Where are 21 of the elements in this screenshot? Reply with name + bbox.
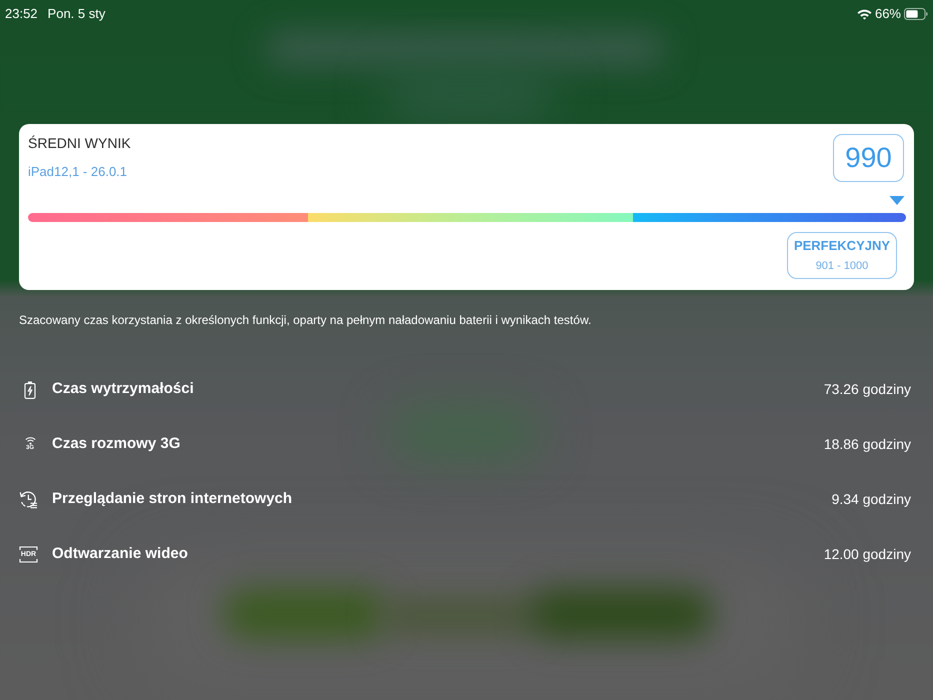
metric-label: Odtwarzanie wideo <box>52 544 188 564</box>
wifi-icon <box>856 8 872 20</box>
history-icon <box>19 490 38 509</box>
rating-range: 901 - 1000 <box>816 259 868 274</box>
metric-label: Czas wytrzymałości <box>52 379 194 400</box>
metric-value: 73.26 godziny <box>824 380 911 399</box>
battery-percentage: 66% <box>874 5 901 24</box>
metric-label: Przeglądanie stron internetowych <box>52 489 292 510</box>
card-title: ŚREDNI WYNIK <box>28 134 131 152</box>
estimate-note: Szacowany czas korzystania z określonych funkcji, oparty na pełnym naładowaniu baterii i wynikach testów. <box>19 312 592 328</box>
metric-value: 18.86 godziny <box>824 435 911 454</box>
device-label: iPad12,1 - 26.0.1 <box>28 163 128 181</box>
metric-label: Czas rozmowy 3G <box>52 434 180 454</box>
rating-label: PERFEKCYJNY <box>794 237 890 255</box>
status-time: 23:52 <box>5 5 38 24</box>
metric-value: 12.00 godziny <box>824 545 911 564</box>
score-display: 990 <box>833 134 904 182</box>
metric-value: 9.34 godziny <box>832 490 911 509</box>
battery-charging-icon <box>24 380 36 398</box>
battery-icon <box>904 8 928 20</box>
status-date: Pon. 5 sty <box>48 5 106 24</box>
